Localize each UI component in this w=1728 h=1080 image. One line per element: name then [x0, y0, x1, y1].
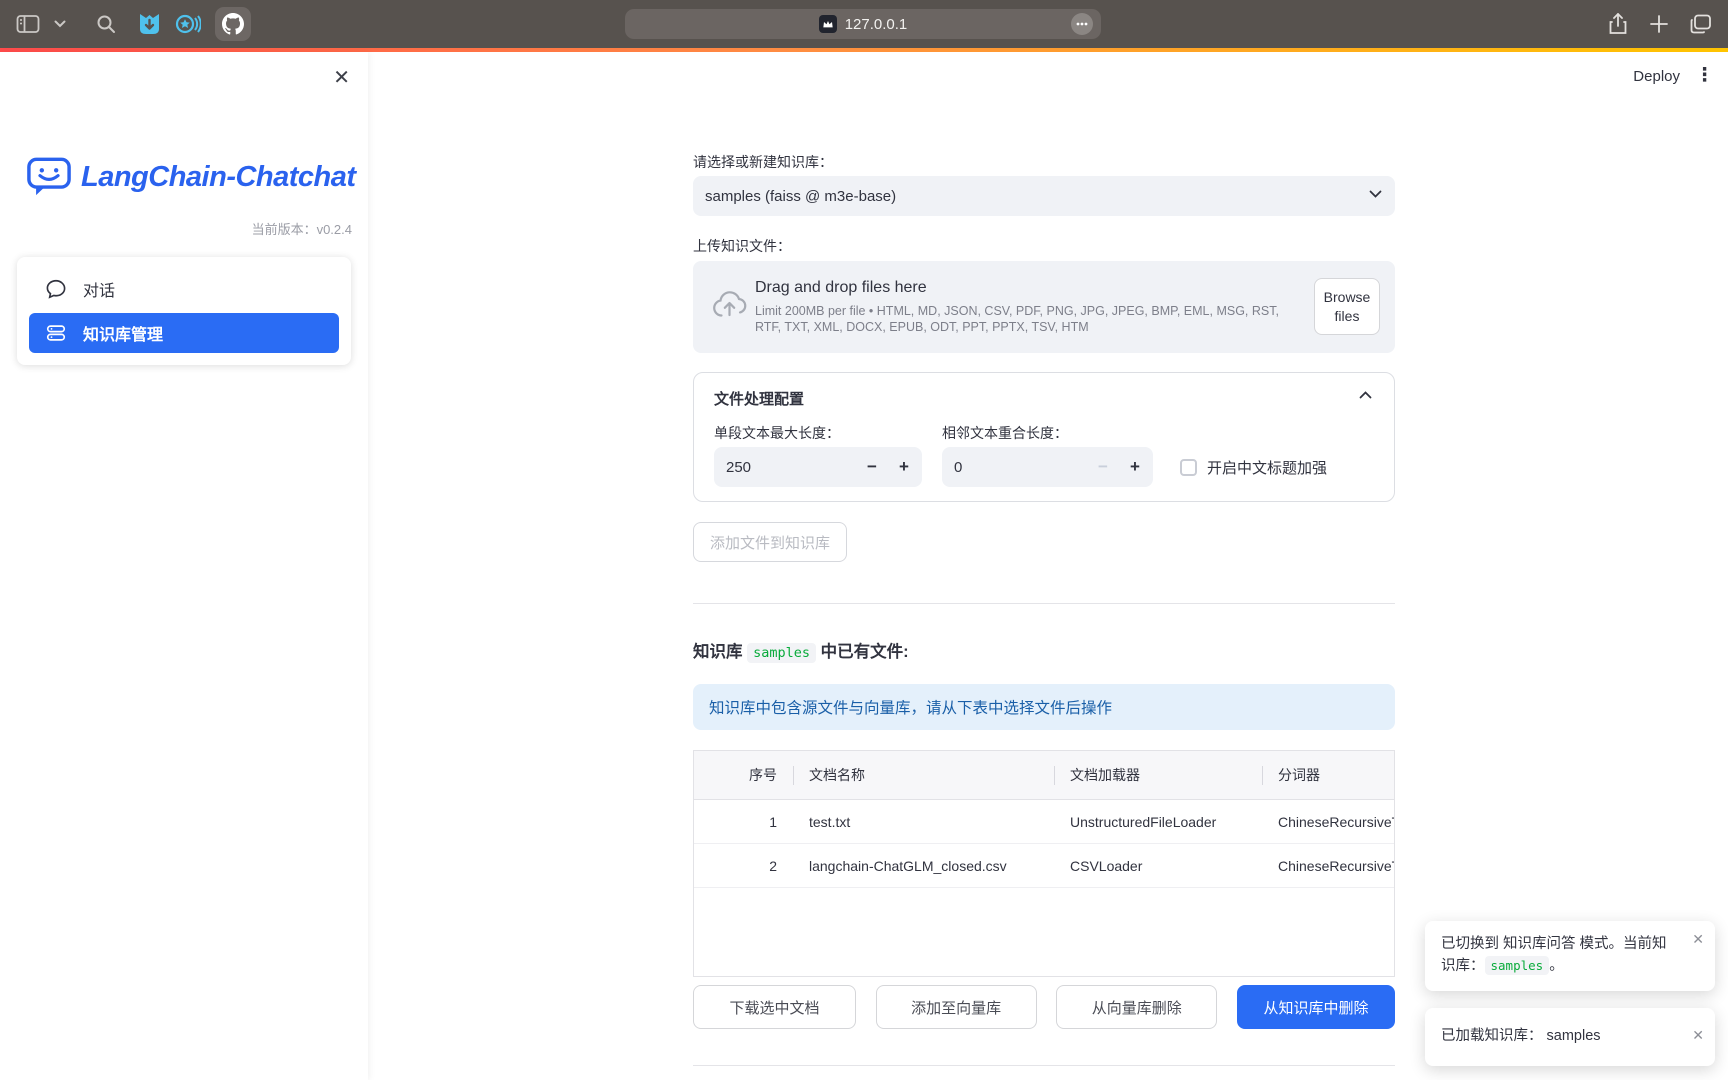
- delete-from-vector-store-button[interactable]: 从向量库删除: [1056, 985, 1217, 1029]
- add-files-button: 添加文件到知识库: [693, 522, 847, 562]
- divider: [693, 603, 1395, 604]
- sidebar: ✕ LangChain-Chatchat 当前版本：v0.2.4 对话 知识库管…: [0, 52, 368, 1080]
- upload-label: 上传知识文件：: [693, 236, 791, 256]
- close-icon[interactable]: ✕: [1692, 932, 1704, 946]
- checkbox-box[interactable]: [1180, 459, 1197, 476]
- chevron-up-icon[interactable]: [1359, 391, 1372, 399]
- tab-overview-icon[interactable]: [1690, 14, 1712, 34]
- info-text: 知识库中包含源文件与向量库，请从下表中选择文件后操作: [709, 696, 1112, 718]
- file-dropzone[interactable]: Drag and drop files here Limit 200MB per…: [693, 261, 1395, 353]
- kb-files-table: 序号 文档名称 文档加载器 分词器 1 test.txt Unstructure…: [693, 750, 1395, 977]
- sidebar-item-dialogue[interactable]: 对话: [29, 269, 339, 309]
- address-bar[interactable]: 127.0.0.1: [625, 9, 1101, 39]
- search-icon[interactable]: [96, 14, 116, 34]
- chunk-overlap-label: 相邻文本重合长度：: [942, 423, 1068, 443]
- chunk-size-label: 单段文本最大长度：: [714, 423, 840, 443]
- sidebar-item-label: 对话: [83, 277, 115, 301]
- divider: [693, 1065, 1395, 1066]
- dropzone-title: Drag and drop files here: [755, 278, 1295, 298]
- deploy-button[interactable]: Deploy: [1633, 68, 1680, 85]
- app-header: Deploy ⋮: [368, 52, 1728, 108]
- sidebar-item-knowledge-base[interactable]: 知识库管理: [29, 313, 339, 353]
- chunk-overlap-value: 0: [954, 459, 962, 476]
- chunk-size-input[interactable]: 250 − +: [714, 447, 922, 487]
- download-selected-button[interactable]: 下载选中文档: [693, 985, 856, 1029]
- browse-files-button[interactable]: Browse files: [1314, 278, 1380, 335]
- kb-name-code: samples: [1485, 956, 1550, 975]
- logo-chat-icon: [27, 156, 71, 198]
- minus-button-disabled: −: [1087, 447, 1119, 487]
- zh-title-enhance-checkbox[interactable]: 开启中文标题加强: [1180, 457, 1327, 478]
- browser-toolbar: 127.0.0.1: [0, 0, 1728, 48]
- delete-from-kb-button[interactable]: 从知识库中删除: [1237, 985, 1395, 1029]
- minus-button[interactable]: −: [856, 447, 888, 487]
- toast-kb-loaded: 已加载知识库： samples ✕: [1425, 1008, 1715, 1066]
- plus-button[interactable]: +: [888, 447, 920, 487]
- toast-mode-switched: 已切换到 知识库问答 模式。当前知识库：samples。 ✕: [1425, 921, 1715, 991]
- sidebar-close-icon[interactable]: ✕: [333, 68, 350, 88]
- cloud-upload-icon: [711, 288, 748, 320]
- logo-text: LangChain-Chatchat: [81, 161, 356, 194]
- file-config-expander: 文件处理配置 单段文本最大长度： 相邻文本重合长度： 250 − + 0 − +…: [693, 372, 1395, 502]
- checkbox-label: 开启中文标题加强: [1207, 457, 1327, 478]
- table-row[interactable]: 2 langchain-ChatGLM_closed.csv CSVLoader…: [694, 844, 1394, 888]
- github-tab-button[interactable]: [215, 7, 251, 41]
- column-header-loader[interactable]: 文档加载器: [1054, 751, 1262, 799]
- sidebar-toggle-icon[interactable]: [16, 14, 40, 34]
- chat-bubble-icon: [45, 278, 67, 300]
- pinned-tab-bookmark-icon[interactable]: [138, 12, 161, 36]
- table-actions: 下载选中文档 添加至向量库 从向量库删除 从知识库中删除: [693, 985, 1395, 1029]
- chunk-overlap-input[interactable]: 0 − +: [942, 447, 1153, 487]
- sidebar-item-label: 知识库管理: [83, 321, 163, 345]
- info-alert: 知识库中包含源文件与向量库，请从下表中选择文件后操作: [693, 684, 1395, 730]
- sidebar-menu: 对话 知识库管理: [17, 257, 351, 365]
- add-to-vector-store-button[interactable]: 添加至向量库: [876, 985, 1037, 1029]
- page-canvas: 127.0.0.1 ✕ LangChain-Chatchat: [0, 0, 1728, 1080]
- column-header-docname[interactable]: 文档名称: [793, 751, 1054, 799]
- kebab-menu-icon[interactable]: ⋮: [1695, 64, 1714, 87]
- kb-selectbox-value: samples (faiss @ m3e-base): [705, 188, 896, 205]
- database-stack-icon: [45, 322, 67, 344]
- share-icon[interactable]: [1608, 13, 1628, 35]
- column-header-splitter[interactable]: 分词器: [1262, 751, 1394, 799]
- new-tab-icon[interactable]: [1650, 15, 1668, 33]
- kb-name-code: samples: [747, 643, 816, 663]
- github-icon: [222, 13, 244, 35]
- chevron-down-icon: [1369, 190, 1382, 198]
- pinned-tab-broadcast-icon[interactable]: [175, 12, 201, 36]
- kb-select-label: 请选择或新建知识库：: [693, 152, 833, 172]
- plus-button[interactable]: +: [1119, 447, 1151, 487]
- column-header-index[interactable]: 序号: [694, 751, 793, 799]
- table-header: 序号 文档名称 文档加载器 分词器: [694, 751, 1394, 800]
- app-logo: LangChain-Chatchat: [27, 156, 356, 198]
- table-row[interactable]: 1 test.txt UnstructuredFileLoader Chines…: [694, 800, 1394, 844]
- kb-selectbox[interactable]: samples (faiss @ m3e-base): [693, 176, 1395, 216]
- sidebar-chevron-down-icon[interactable]: [54, 20, 66, 28]
- expander-title[interactable]: 文件处理配置: [714, 388, 804, 409]
- chunk-size-value: 250: [726, 459, 751, 476]
- site-favicon-icon: [819, 15, 837, 33]
- close-icon[interactable]: ✕: [1692, 1028, 1704, 1042]
- version-label: 当前版本：v0.2.4: [252, 219, 352, 238]
- page-settings-icon[interactable]: [1071, 13, 1093, 35]
- kb-files-title: 知识库 samples 中已有文件:: [693, 638, 909, 662]
- url-text: 127.0.0.1: [845, 16, 908, 33]
- dropzone-hint: Limit 200MB per file • HTML, MD, JSON, C…: [755, 303, 1295, 335]
